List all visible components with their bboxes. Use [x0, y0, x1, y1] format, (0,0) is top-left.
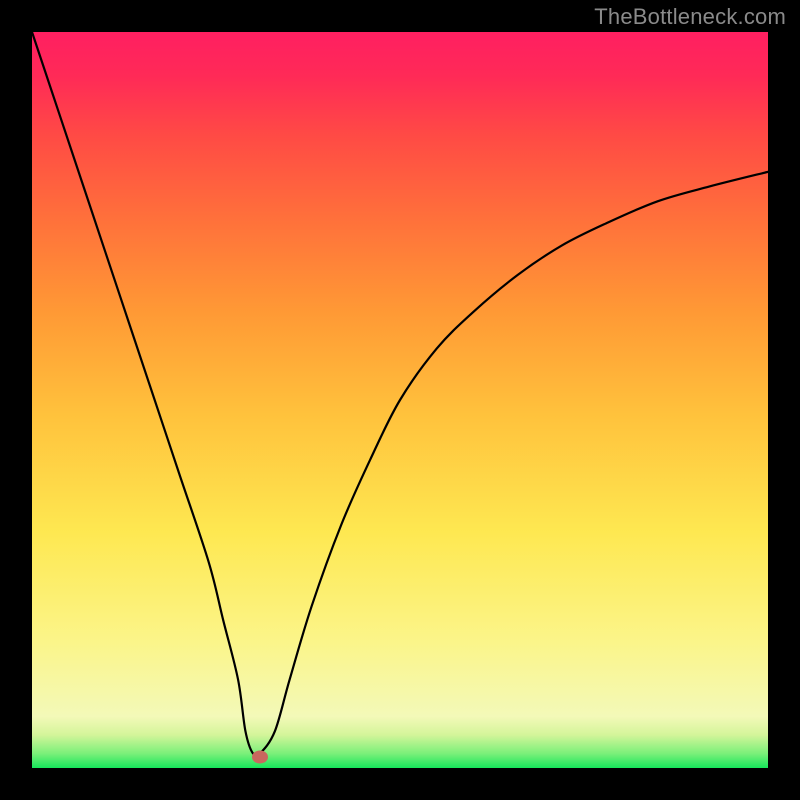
curve-svg — [32, 32, 768, 768]
chart-frame: TheBottleneck.com — [0, 0, 800, 800]
bottleneck-curve — [32, 32, 768, 756]
minimum-marker — [252, 750, 268, 763]
watermark-text: TheBottleneck.com — [594, 4, 786, 30]
gradient-background — [32, 32, 768, 768]
